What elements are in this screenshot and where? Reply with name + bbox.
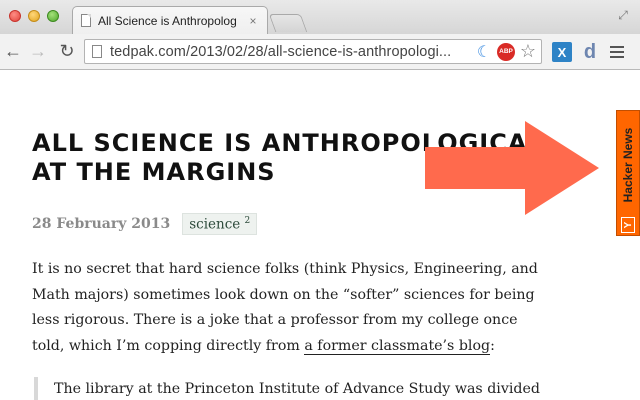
article-paragraph: It is no secret that hard science folks …: [32, 257, 542, 359]
url-text[interactable]: tedpak.com/2013/02/28/all-science-is-ant…: [110, 44, 475, 60]
address-bar[interactable]: tedpak.com/2013/02/28/all-science-is-ant…: [84, 39, 542, 64]
pointer-arrow: [425, 121, 599, 215]
bookmark-star-icon[interactable]: ☆: [519, 41, 537, 61]
close-window-button[interactable]: [9, 10, 21, 22]
page-icon: [81, 14, 91, 27]
tag-count: 2: [244, 215, 251, 226]
former-classmate-blog-link[interactable]: a former classmate’s blog: [304, 337, 491, 355]
quote-text: The library at the Princeton Institute o…: [54, 381, 540, 397]
swirl-extension-icon[interactable]: ☾: [475, 43, 493, 61]
minimize-window-button[interactable]: [28, 10, 40, 22]
blockquote: The library at the Princeton Institute o…: [34, 377, 544, 400]
forward-arrow-icon[interactable]: →: [27, 40, 49, 62]
tag-label[interactable]: science: [189, 216, 240, 232]
browser-tab[interactable]: All Science is Anthropolog ×: [72, 6, 268, 34]
hacker-news-tab[interactable]: Hacker News Y: [616, 110, 640, 236]
menu-icon[interactable]: [607, 42, 627, 62]
paragraph-text-end: :: [490, 337, 495, 354]
arrow-shape: [425, 121, 599, 215]
page-info-icon[interactable]: [92, 45, 102, 58]
tab-title: All Science is Anthropolog: [98, 13, 237, 28]
back-arrow-icon[interactable]: ←: [2, 40, 24, 62]
browser-toolbar: ← → ↻ tedpak.com/2013/02/28/all-science-…: [0, 34, 640, 70]
zoom-window-button[interactable]: [47, 10, 59, 22]
reload-icon[interactable]: ↻: [56, 40, 78, 62]
post-meta: 28 February 2013 science 2: [32, 212, 258, 236]
x-extension-icon[interactable]: X: [552, 42, 572, 62]
d-extension-icon[interactable]: d: [580, 41, 600, 63]
title-bar: All Science is Anthropolog × ⤢: [0, 0, 640, 34]
new-tab-button[interactable]: [268, 14, 308, 32]
fullscreen-icon[interactable]: ⤢: [616, 8, 630, 22]
y-combinator-logo-icon: Y: [621, 217, 635, 233]
tag-science[interactable]: science 2: [182, 212, 258, 236]
hacker-news-label[interactable]: Hacker News: [618, 115, 638, 215]
tab-close-icon[interactable]: ×: [247, 14, 259, 28]
post-date: 28 February 2013: [32, 216, 171, 232]
adblock-icon[interactable]: ABP: [497, 42, 515, 61]
